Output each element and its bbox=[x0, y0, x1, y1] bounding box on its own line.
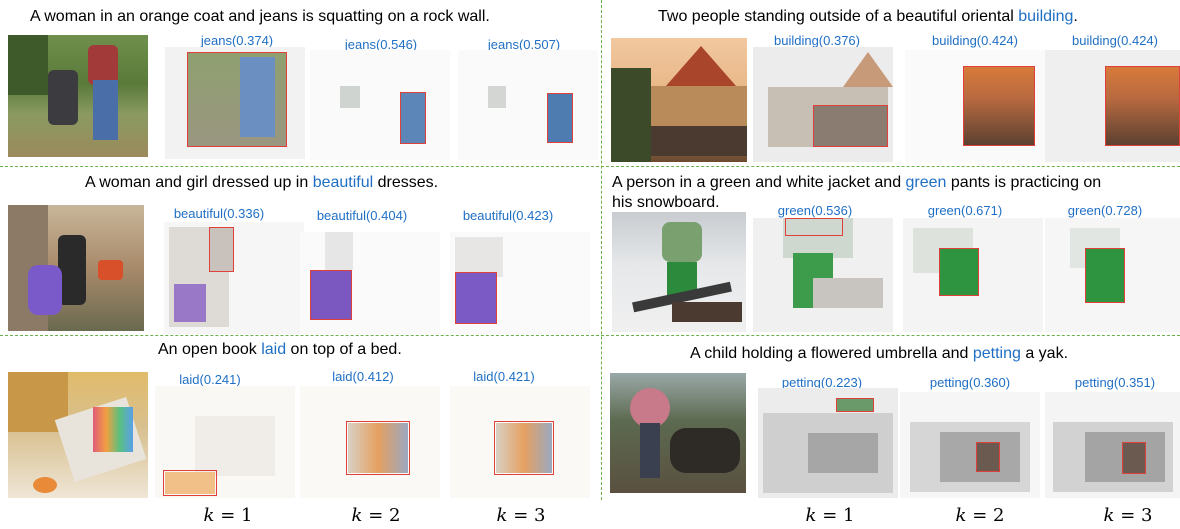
horizontal-separator-2 bbox=[0, 335, 1180, 336]
heatmap-r2r-k2 bbox=[903, 218, 1043, 332]
k-label-left-3: k = 3 bbox=[496, 505, 546, 526]
photo-open-book bbox=[8, 372, 148, 498]
label-r2r-k3: green(0.728) bbox=[1067, 203, 1143, 218]
heatmap-r1l-k1 bbox=[165, 47, 305, 159]
k-label-right-2: k = 2 bbox=[955, 505, 1005, 526]
heatmap-r3r-k1 bbox=[758, 388, 898, 498]
k-label-left-1: k = 1 bbox=[203, 505, 253, 526]
heatmap-r3r-k3 bbox=[1045, 392, 1180, 498]
label-r1r-k3: building(0.424) bbox=[1071, 33, 1158, 48]
caption-row3-right: A child holding a flowered umbrella and … bbox=[690, 345, 1069, 362]
vertical-separator bbox=[601, 0, 602, 500]
label-r2l-k3: beautiful(0.423) bbox=[462, 208, 554, 223]
photo-oriental-building bbox=[611, 38, 747, 162]
box-r2l-k3 bbox=[455, 272, 497, 324]
label-r1r-k2: building(0.424) bbox=[931, 33, 1018, 48]
heatmap-r1r-k2 bbox=[905, 50, 1045, 162]
caption-row1-left: A woman in an orange coat and jeans is s… bbox=[30, 8, 490, 25]
box-r2l-k2 bbox=[310, 270, 352, 320]
box-r1r-k2 bbox=[963, 66, 1035, 146]
label-r1r-k1: building(0.376) bbox=[773, 33, 860, 48]
heatmap-r1l-k2 bbox=[310, 50, 450, 160]
caption-row3-left: An open book laid on top of a bed. bbox=[158, 341, 402, 358]
photo-woman-park bbox=[8, 35, 148, 157]
label-r2r-k1: green(0.536) bbox=[777, 203, 853, 218]
box-r3l-k2 bbox=[346, 421, 410, 475]
heatmap-r1r-k1 bbox=[753, 47, 893, 162]
k-label-right-3: k = 3 bbox=[1103, 505, 1153, 526]
photo-woman-girl-dresses bbox=[8, 205, 144, 331]
box-r3l-k3 bbox=[494, 421, 554, 475]
heatmap-r3l-k3 bbox=[450, 386, 590, 498]
box-r2r-k2 bbox=[939, 248, 979, 296]
heatmap-r1l-k3 bbox=[458, 50, 598, 160]
horizontal-separator-1 bbox=[0, 166, 1180, 167]
label-r3r-k2: petting(0.360) bbox=[929, 375, 1011, 390]
label-r3l-k2: laid(0.412) bbox=[332, 369, 394, 384]
photo-child-yak bbox=[610, 373, 746, 493]
heatmap-r2r-k3 bbox=[1045, 218, 1180, 332]
label-r3l-k3: laid(0.421) bbox=[473, 369, 535, 384]
caption-row2-right: A person in a green and white jacket and… bbox=[612, 174, 1102, 191]
label-r3r-k3: petting(0.351) bbox=[1074, 375, 1156, 390]
box-r1r-k3 bbox=[1105, 66, 1180, 146]
caption-row2-left: A woman and girl dressed up in beautiful… bbox=[85, 174, 439, 191]
box-r3r-k1 bbox=[836, 398, 874, 412]
label-r3l-k1: laid(0.241) bbox=[179, 372, 241, 387]
box-r1r-k1 bbox=[813, 105, 888, 147]
box-r3r-k2 bbox=[976, 442, 1000, 472]
heatmap-r2l-k1 bbox=[164, 222, 304, 334]
heatmap-r2l-k2 bbox=[300, 232, 440, 334]
heatmap-r2r-k1 bbox=[753, 218, 893, 332]
box-r2r-k1 bbox=[785, 218, 843, 236]
caption-row2-right-line2: his snowboard. bbox=[612, 194, 720, 211]
heatmap-r2l-k3 bbox=[450, 232, 590, 334]
box-r3l-k1 bbox=[163, 470, 217, 496]
label-r2l-k1: beautiful(0.336) bbox=[173, 206, 265, 221]
heatmap-r3l-k2 bbox=[300, 386, 440, 498]
box-r1l-k1 bbox=[187, 52, 287, 147]
label-r2r-k2: green(0.671) bbox=[927, 203, 1003, 218]
box-r2l-k1 bbox=[209, 227, 234, 272]
box-r1l-k2 bbox=[400, 92, 426, 144]
label-r2l-k2: beautiful(0.404) bbox=[316, 208, 408, 223]
label-r1l-k1: jeans(0.374) bbox=[200, 33, 274, 48]
heatmap-r3r-k2 bbox=[900, 392, 1040, 498]
box-r3r-k3 bbox=[1122, 442, 1146, 474]
k-label-right-1: k = 1 bbox=[805, 505, 855, 526]
caption-row1-right: Two people standing outside of a beautif… bbox=[658, 8, 1078, 25]
k-label-left-2: k = 2 bbox=[351, 505, 401, 526]
photo-snowboarder bbox=[612, 212, 746, 332]
box-r2r-k3 bbox=[1085, 248, 1125, 303]
heatmap-r3l-k1 bbox=[155, 386, 295, 498]
box-r1l-k3 bbox=[547, 93, 573, 143]
heatmap-r1r-k3 bbox=[1045, 50, 1180, 162]
